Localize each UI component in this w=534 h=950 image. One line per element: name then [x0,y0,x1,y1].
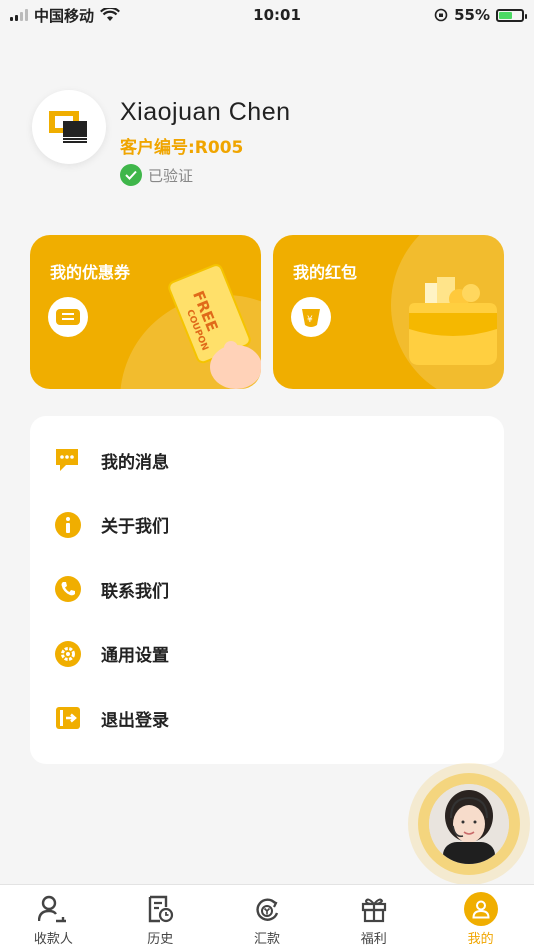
verified-badge: 已验证 [120,164,291,186]
menu-item-contact[interactable]: 联系我们 [30,557,504,622]
status-left: 中国移动 [10,5,120,26]
profile-header: Xiaojuan Chen 客户编号:R005 已验证 [32,90,291,186]
logo-icon [49,111,87,143]
message-icon [54,446,82,474]
remit-icon [253,892,281,926]
user-icon [463,892,498,926]
tab-label: 福利 [360,932,387,947]
tab-label: 我的 [467,932,494,947]
coupon-icon [48,297,88,337]
customer-service-button[interactable] [408,763,530,885]
user-name: Xiaojuan Chen [120,98,291,126]
menu-item-messages[interactable]: 我的消息 [30,428,504,493]
menu-item-about[interactable]: 关于我们 [30,493,504,558]
service-ring [418,773,520,875]
coupon-card[interactable]: 我的优惠券 FREE COUPON [30,235,261,389]
menu-label: 退出登录 [101,710,169,731]
tab-remit[interactable]: 汇款 [214,885,321,950]
info-icon [54,511,82,539]
payee-icon [38,892,68,926]
menu-item-settings[interactable]: 通用设置 [30,622,504,687]
menu-item-logout[interactable]: 退出登录 [30,686,504,751]
wallet-illustration [409,277,497,365]
status-bar: 中国移动 10:01 55% [0,0,534,30]
check-icon [120,164,142,186]
red-packet-card-title: 我的红包 [293,263,358,282]
menu-label: 关于我们 [101,517,169,538]
orientation-lock-icon [434,8,448,22]
gift-icon [360,892,388,926]
svg-text:¥: ¥ [307,315,313,325]
tab-label: 历史 [147,932,174,947]
tab-mine[interactable]: 我的 [427,885,534,950]
wifi-icon [100,8,120,21]
avatar[interactable] [32,90,106,164]
history-icon [146,892,174,926]
menu-label: 通用设置 [101,646,169,667]
free-coupon-illustration: FREE COUPON [168,264,261,389]
tab-label: 收款人 [33,932,73,947]
battery-icon [495,8,527,22]
tab-payee[interactable]: 收款人 [0,885,107,950]
logout-icon [54,704,82,732]
clock: 10:01 [253,6,301,24]
phone-icon [54,575,82,603]
tab-label: 汇款 [253,932,280,947]
menu-label: 联系我们 [101,581,169,602]
battery-percent: 55% [454,6,490,24]
verified-label: 已验证 [148,166,194,185]
menu-list: 我的消息 关于我们 联系我们 通用设置 退出登录 [30,416,504,764]
red-packet-icon: ¥ [291,297,331,337]
customer-number: 客户编号:R005 [120,138,244,158]
tab-history[interactable]: 历史 [107,885,214,950]
tab-bar: 收款人 历史 汇款 福利 我的 [0,884,534,950]
coupon-card-title: 我的优惠券 [50,263,131,282]
status-right: 55% [434,6,527,24]
red-packet-card[interactable]: 我的红包 ¥ [273,235,504,389]
service-agent-avatar [429,784,509,864]
signal-icon [10,9,28,21]
tab-benefits[interactable]: 福利 [320,885,427,950]
menu-label: 我的消息 [101,452,169,473]
gear-icon [54,640,82,668]
carrier-label: 中国移动 [34,6,95,25]
